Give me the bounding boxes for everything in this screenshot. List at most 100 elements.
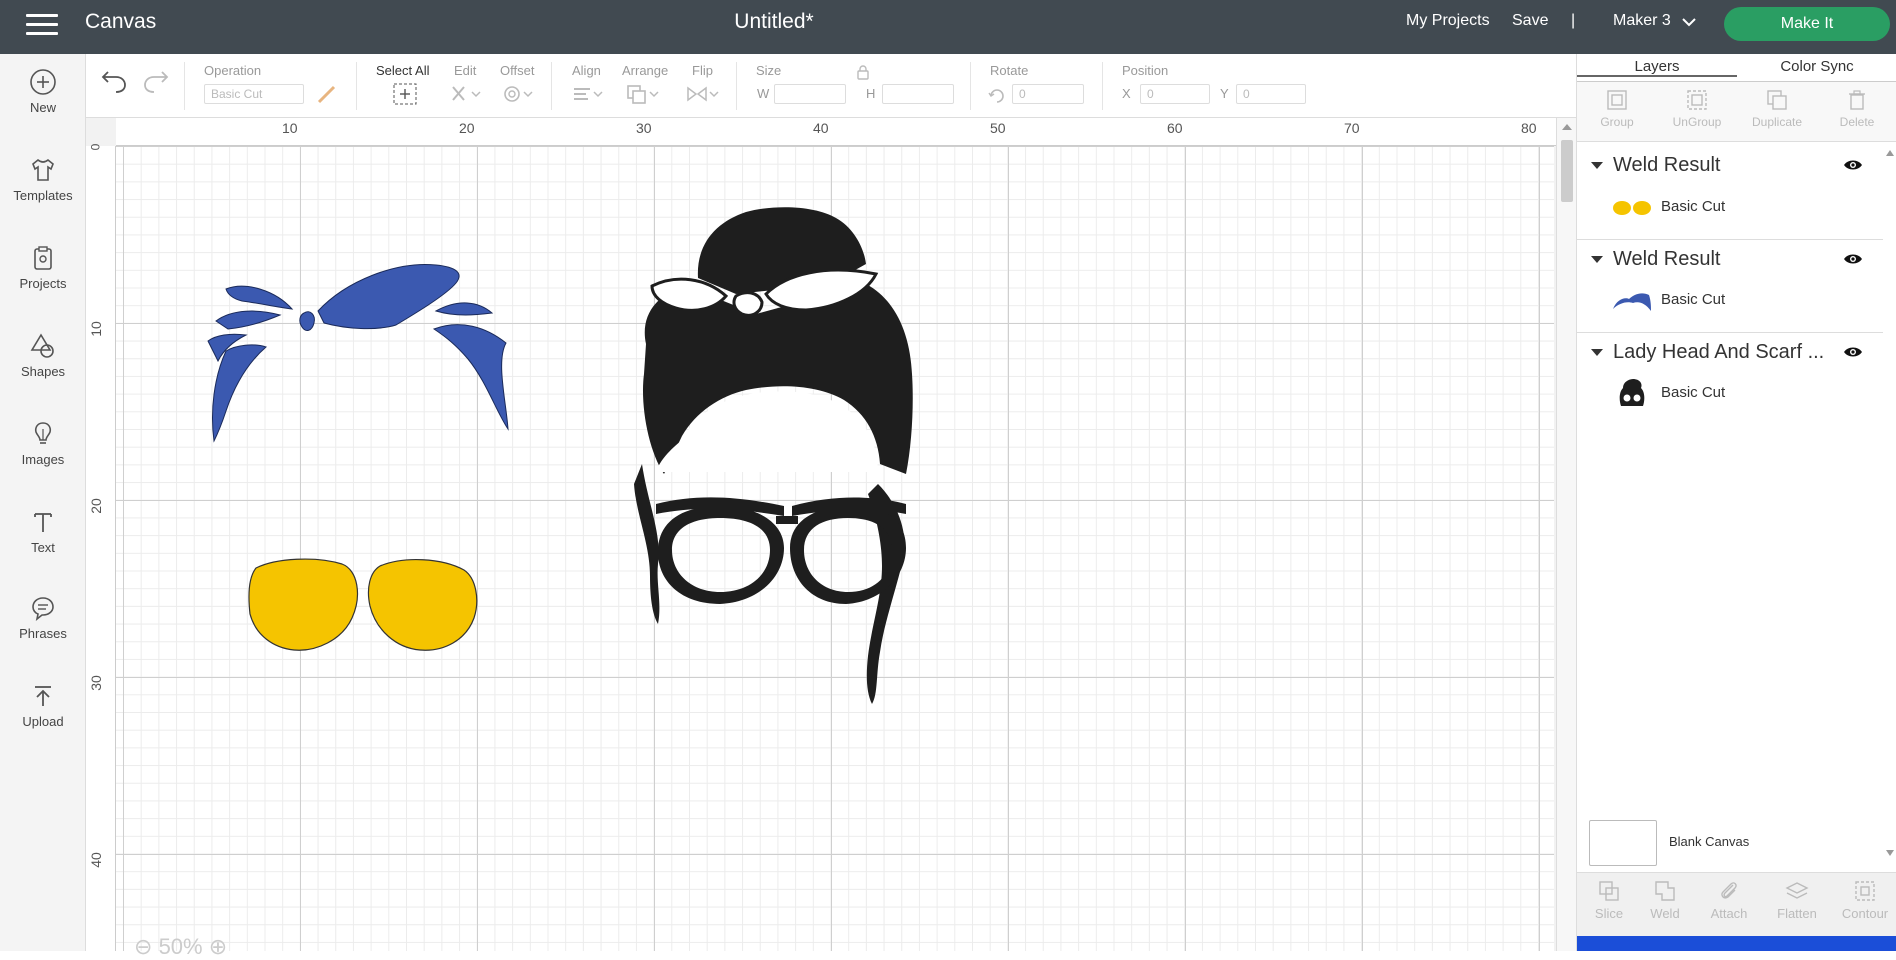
offset-icon[interactable] bbox=[502, 84, 536, 104]
operation-label: Operation bbox=[204, 63, 262, 78]
machine-select[interactable]: Maker 3 bbox=[1613, 12, 1671, 30]
delete-button[interactable]: Delete bbox=[1817, 88, 1896, 129]
sidebar-item-templates[interactable]: Templates bbox=[0, 156, 86, 203]
design-canvas[interactable]: 10 20 30 40 50 60 70 80 0 10 20 30 40 ⊖ … bbox=[86, 118, 1576, 959]
caret-down-icon[interactable] bbox=[1591, 349, 1603, 356]
layer-group[interactable]: Weld Result bbox=[1577, 152, 1883, 182]
speech-bubble-icon bbox=[32, 597, 54, 621]
arrange-icon[interactable] bbox=[626, 84, 660, 104]
align-label: Align bbox=[572, 63, 601, 78]
save-link[interactable]: Save bbox=[1512, 12, 1548, 30]
layer-name: Basic Cut bbox=[1661, 291, 1726, 308]
ruler-tick: 20 bbox=[87, 498, 104, 514]
layer-name: Basic Cut bbox=[1661, 198, 1726, 215]
weld-button[interactable]: Weld bbox=[1633, 879, 1697, 921]
slice-button[interactable]: Slice bbox=[1577, 879, 1641, 921]
layer-name: Basic Cut bbox=[1661, 384, 1726, 401]
layer-group[interactable]: Lady Head And Scarf ... bbox=[1577, 339, 1883, 369]
panel-scrollbar[interactable] bbox=[1883, 149, 1896, 856]
zoom-level: 50% bbox=[158, 934, 203, 959]
edit-tools-icon[interactable] bbox=[450, 84, 484, 104]
sidebar-label: Projects bbox=[19, 276, 67, 291]
sidebar-label: Images bbox=[21, 452, 65, 467]
duplicate-button[interactable]: Duplicate bbox=[1737, 88, 1817, 129]
layer-row[interactable]: Basic Cut bbox=[1577, 374, 1883, 414]
scarf-thumbnail bbox=[1613, 293, 1651, 311]
x-input[interactable]: 0 bbox=[1140, 84, 1210, 104]
sunglasses-shape[interactable] bbox=[246, 556, 486, 666]
sidebar-item-phrases[interactable]: Phrases bbox=[0, 594, 86, 641]
sidebar-item-new[interactable]: New bbox=[0, 68, 86, 115]
action-label: Delete bbox=[1839, 115, 1875, 129]
undo-icon[interactable] bbox=[100, 70, 128, 94]
eye-icon[interactable] bbox=[1843, 158, 1863, 172]
operation-select[interactable]: Basic Cut bbox=[204, 84, 304, 104]
caret-down-icon[interactable] bbox=[1591, 162, 1603, 169]
action-label: Duplicate bbox=[1751, 115, 1803, 129]
y-input[interactable]: 0 bbox=[1236, 84, 1306, 104]
scroll-up-icon[interactable] bbox=[1561, 122, 1573, 132]
ruler-tick: 70 bbox=[1344, 120, 1360, 136]
flatten-button[interactable]: Flatten bbox=[1765, 879, 1829, 921]
layer-row[interactable]: Basic Cut bbox=[1577, 281, 1883, 321]
cutting-mat-grid[interactable] bbox=[116, 146, 1554, 951]
text-icon bbox=[34, 513, 52, 532]
document-title[interactable]: Untitled* bbox=[0, 10, 1548, 34]
rotate-icon[interactable] bbox=[988, 86, 1006, 104]
tab-layers[interactable]: Layers bbox=[1577, 58, 1737, 77]
pen-color-icon[interactable] bbox=[316, 84, 338, 104]
ruler-tick: 40 bbox=[813, 120, 829, 136]
align-icon[interactable] bbox=[572, 84, 606, 104]
action-label: Group bbox=[1600, 115, 1634, 129]
select-all-icon[interactable] bbox=[392, 82, 418, 106]
tab-color-sync[interactable]: Color Sync bbox=[1737, 58, 1896, 75]
contour-button[interactable]: Contour bbox=[1833, 879, 1896, 921]
blank-canvas-swatch[interactable] bbox=[1589, 820, 1657, 866]
sidebar-item-upload[interactable]: Upload bbox=[0, 682, 86, 729]
projects-icon bbox=[34, 246, 52, 270]
chevron-down-icon[interactable] bbox=[1681, 16, 1697, 28]
sidebar-item-text[interactable]: Text bbox=[0, 508, 86, 555]
eye-icon[interactable] bbox=[1843, 345, 1863, 359]
duplicate-icon bbox=[1767, 90, 1787, 110]
scarf-shape[interactable] bbox=[206, 251, 576, 451]
height-input[interactable] bbox=[882, 84, 954, 104]
sidebar-item-images[interactable]: Images bbox=[0, 420, 86, 467]
attach-button[interactable]: Attach bbox=[1697, 879, 1761, 921]
zoom-in-icon[interactable]: ⊕ bbox=[209, 934, 227, 959]
scroll-up-icon[interactable] bbox=[1885, 149, 1895, 157]
make-it-button[interactable]: Make It bbox=[1724, 7, 1890, 41]
scroll-down-icon[interactable] bbox=[1885, 849, 1895, 857]
flip-icon[interactable] bbox=[686, 84, 720, 104]
ruler-tick: 30 bbox=[636, 120, 652, 136]
head-thumbnail bbox=[1619, 379, 1645, 406]
flatten-icon bbox=[1785, 882, 1809, 899]
eye-icon[interactable] bbox=[1843, 252, 1863, 266]
x-label: X bbox=[1122, 86, 1131, 101]
vertical-scrollbar[interactable] bbox=[1556, 118, 1576, 951]
caret-down-icon[interactable] bbox=[1591, 256, 1603, 263]
scrollbar-thumb[interactable] bbox=[1561, 140, 1573, 202]
width-label: W bbox=[757, 86, 770, 101]
action-label: Weld bbox=[1650, 906, 1680, 921]
lock-icon[interactable] bbox=[856, 64, 870, 80]
select-all-label: Select All bbox=[376, 63, 430, 78]
width-input[interactable] bbox=[774, 84, 846, 104]
zoom-out-icon[interactable]: ⊖ bbox=[134, 934, 152, 959]
layer-group[interactable]: Weld Result bbox=[1577, 246, 1883, 276]
sidebar-item-projects[interactable]: Projects bbox=[0, 244, 86, 291]
sidebar-label: Upload bbox=[22, 714, 64, 729]
lady-head-shape[interactable] bbox=[616, 204, 996, 734]
bottom-accent-bar bbox=[1577, 936, 1896, 951]
sidebar-label: Templates bbox=[13, 188, 73, 203]
my-projects-link[interactable]: My Projects bbox=[1406, 12, 1490, 30]
ungroup-button[interactable]: UnGroup bbox=[1657, 88, 1737, 129]
zoom-control[interactable]: ⊖ 50% ⊕ bbox=[134, 934, 227, 960]
ungroup-icon bbox=[1687, 90, 1707, 110]
rotate-input[interactable]: 0 bbox=[1012, 84, 1084, 104]
sidebar-item-shapes[interactable]: Shapes bbox=[0, 332, 86, 379]
group-button[interactable]: Group bbox=[1577, 88, 1657, 129]
layer-row[interactable]: Basic Cut bbox=[1577, 188, 1883, 228]
redo-icon[interactable] bbox=[142, 70, 170, 94]
trash-icon bbox=[1849, 90, 1865, 110]
